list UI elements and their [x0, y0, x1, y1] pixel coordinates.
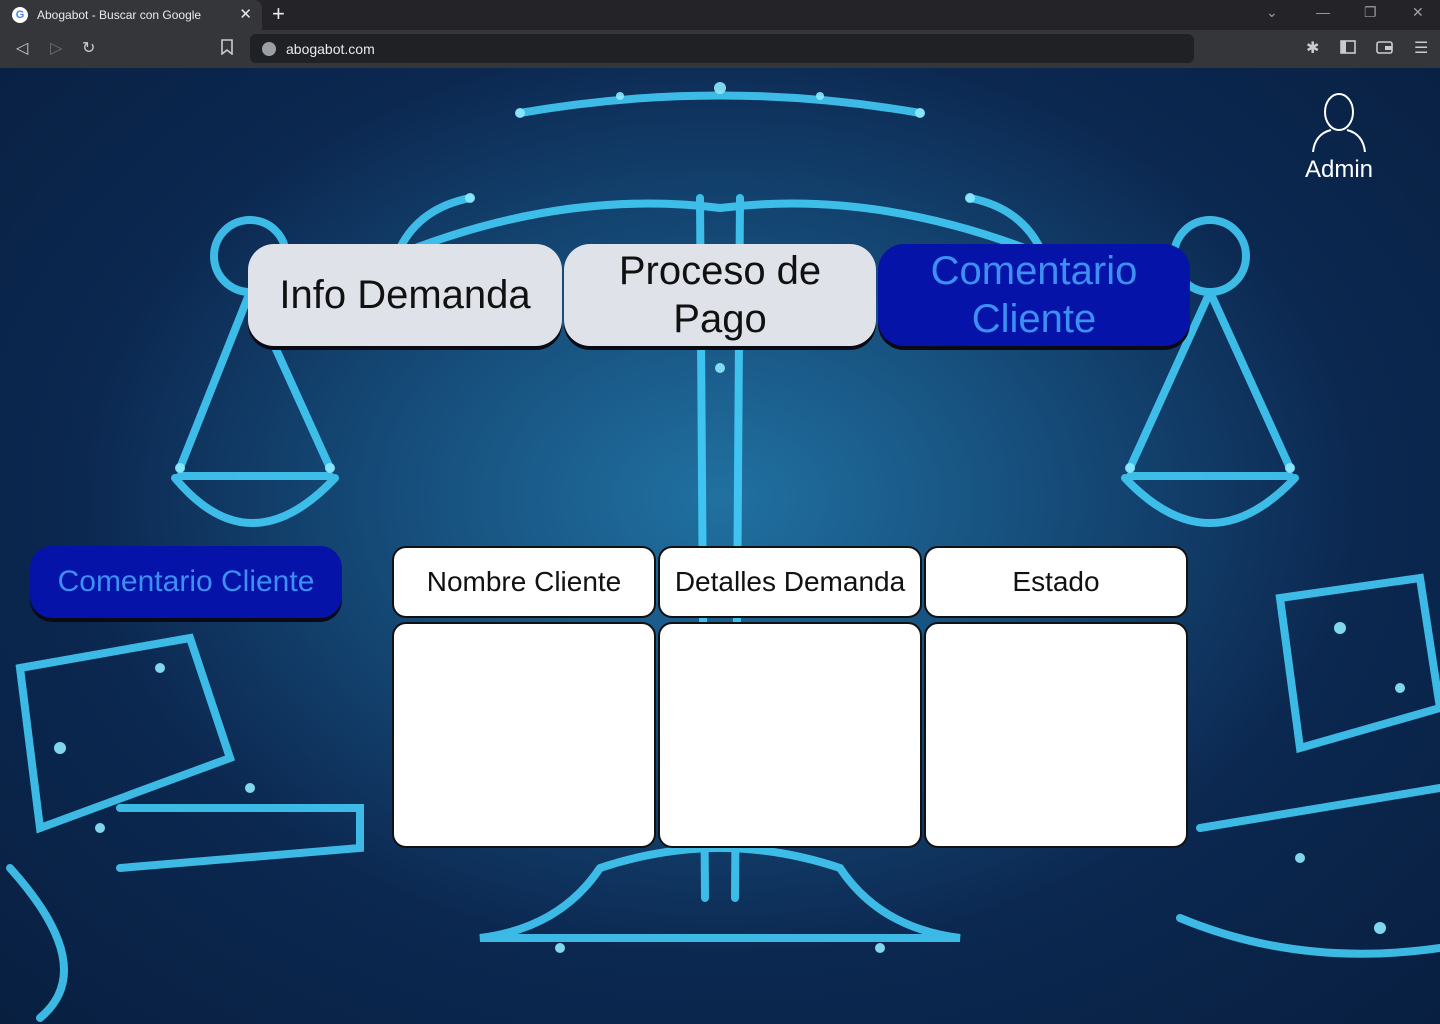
- cell-detalles-demanda[interactable]: [658, 622, 922, 848]
- header-detalles-demanda: Detalles Demanda: [658, 546, 922, 618]
- browser-tab[interactable]: G Abogabot - Buscar con Google ✕: [0, 0, 262, 30]
- minimize-icon[interactable]: —: [1316, 4, 1330, 20]
- reload-icon[interactable]: ↻: [82, 39, 95, 59]
- tab-close-icon[interactable]: ✕: [239, 5, 252, 23]
- main-tabs: Info Demanda Proceso de Pago Comentario …: [248, 244, 1190, 348]
- page-content: Admin Info Demanda Proceso de Pago Comen…: [0, 68, 1440, 1024]
- tab-info-demanda[interactable]: Info Demanda: [248, 244, 562, 346]
- url-text: abogabot.com: [286, 40, 375, 57]
- tab-proceso-de-pago[interactable]: Proceso de Pago: [564, 244, 876, 346]
- cell-nombre-cliente[interactable]: [392, 622, 656, 848]
- browser-toolbar: ◁ ▷ ↻ abogabot.com ✱ ☰: [0, 30, 1440, 68]
- restore-icon[interactable]: ❐: [1364, 4, 1377, 21]
- menu-icon[interactable]: ☰: [1414, 39, 1428, 59]
- cell-estado[interactable]: [924, 622, 1188, 848]
- extensions-icon[interactable]: ✱: [1306, 39, 1319, 59]
- close-window-icon[interactable]: ✕: [1412, 4, 1424, 21]
- header-estado: Estado: [924, 546, 1188, 618]
- admin-label: Admin: [1304, 156, 1374, 183]
- forward-icon[interactable]: ▷: [50, 39, 62, 59]
- header-nombre-cliente: Nombre Cliente: [392, 546, 656, 618]
- tab-search-icon[interactable]: ⌄: [1266, 4, 1278, 21]
- tab-comentario-cliente[interactable]: Comentario Cliente: [878, 244, 1190, 346]
- bookmark-icon[interactable]: [220, 39, 234, 61]
- new-tab-button[interactable]: +: [272, 2, 285, 26]
- user-icon: [1312, 93, 1366, 153]
- google-favicon-icon: G: [12, 7, 28, 23]
- admin-profile[interactable]: Admin: [1296, 90, 1382, 184]
- browser-tab-title: Abogabot - Buscar con Google: [37, 8, 202, 22]
- address-bar[interactable]: abogabot.com: [250, 34, 1194, 63]
- side-panel-icon[interactable]: [1340, 39, 1356, 61]
- browser-tab-strip: G Abogabot - Buscar con Google ✕ + ⌄ — ❐…: [0, 0, 1440, 30]
- wallet-icon[interactable]: [1376, 39, 1393, 61]
- back-icon[interactable]: ◁: [16, 39, 28, 59]
- site-info-icon[interactable]: [262, 41, 276, 56]
- comentario-cliente-button[interactable]: Comentario Cliente: [30, 546, 342, 618]
